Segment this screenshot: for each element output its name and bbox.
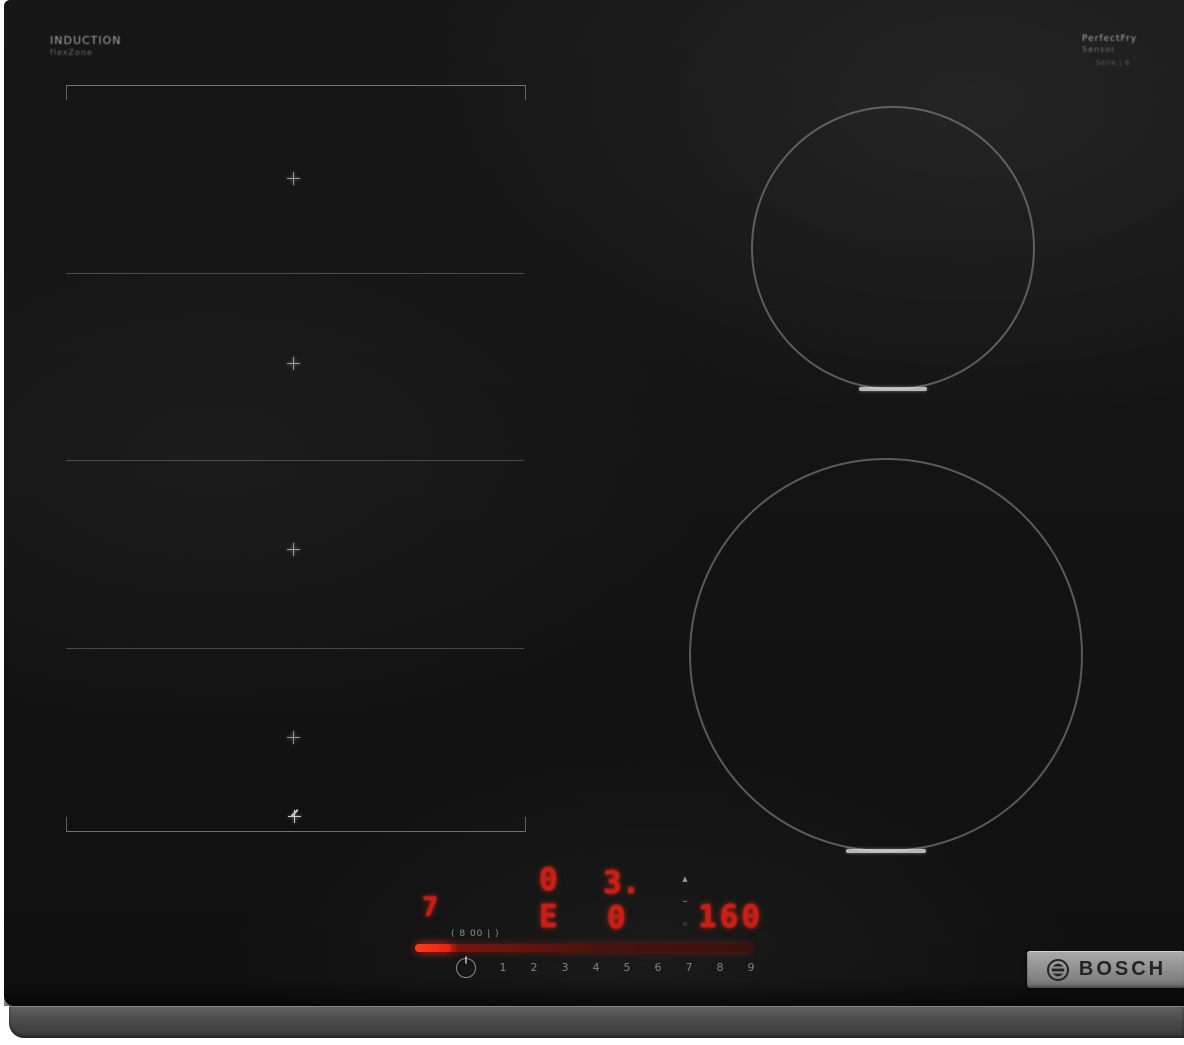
zone-display-right-rear[interactable]: 3. (603, 865, 640, 901)
pan-sensor-mark (859, 387, 927, 391)
pan-position-marker-icon (287, 172, 300, 185)
glass-print-line: Serie | 6 (1096, 59, 1137, 68)
pan-position-marker-icon (287, 357, 300, 370)
power-level-key[interactable]: 2 (524, 961, 544, 974)
power-level-key[interactable]: 3 (555, 961, 575, 974)
bosch-anchor-icon (1046, 958, 1070, 982)
power-level-key[interactable]: 6 (648, 961, 668, 974)
power-slider[interactable] (415, 944, 752, 952)
power-level-key[interactable]: 9 (741, 961, 761, 974)
brand-text: BOSCH (1079, 958, 1166, 981)
power-slider-active-segment (415, 944, 451, 952)
glass-print-line: flexZone (50, 48, 122, 58)
hob-glass-surface: INDUCTION flexZone PerfectFry Sensor Ser… (4, 0, 1184, 1006)
fry-dash-icon: – (676, 897, 694, 907)
zone-display-left-front[interactable]: E (539, 899, 558, 935)
hob-product-photo: INDUCTION flexZone PerfectFry Sensor Ser… (0, 0, 1184, 1045)
flex-zone-divider (66, 648, 524, 649)
hob-front-edge (9, 1006, 1184, 1038)
pan-position-marker-icon (287, 731, 300, 744)
pan-position-marker-icon (287, 543, 300, 556)
power-on-icon[interactable] (456, 958, 476, 978)
bosch-logo-badge: BOSCH (1027, 951, 1184, 988)
glass-print-line: Sensor (1082, 45, 1137, 55)
timer-icons: ( 8 00 | ) (451, 929, 500, 939)
glass-print-line: PerfectFry (1082, 34, 1137, 45)
fry-temp-display[interactable]: 160 (698, 899, 763, 935)
glass-print-top-left: INDUCTION flexZone (50, 34, 122, 58)
zone-display-left-rear[interactable]: 0 (539, 862, 558, 898)
fry-sensor-level-icons: ▲ – ◦ (676, 876, 694, 930)
power-level-key[interactable]: 5 (617, 961, 637, 974)
glass-print-top-right: PerfectFry Sensor Serie | 6 (1082, 34, 1137, 68)
flex-zone-divider (66, 460, 524, 461)
power-level-key[interactable]: 1 (493, 961, 513, 974)
fry-dot-icon: ◦ (676, 919, 694, 930)
flex-zone-icon (288, 810, 301, 823)
timer-display[interactable]: 7 (422, 892, 438, 923)
power-level-key[interactable]: 4 (586, 961, 606, 974)
power-level-key[interactable]: 7 (679, 961, 699, 974)
flex-zone-divider (66, 273, 524, 274)
cooking-zone-right-rear-ring (751, 106, 1035, 390)
fry-arrow-icon: ▲ (676, 876, 694, 883)
glass-print-line: INDUCTION (50, 34, 122, 48)
power-level-key[interactable]: 8 (710, 961, 730, 974)
pan-sensor-mark (846, 849, 926, 853)
flex-zone-top-bracket (66, 85, 526, 100)
zone-display-right-front[interactable]: 0 (607, 900, 626, 936)
cooking-zone-right-front-ring (689, 458, 1083, 852)
